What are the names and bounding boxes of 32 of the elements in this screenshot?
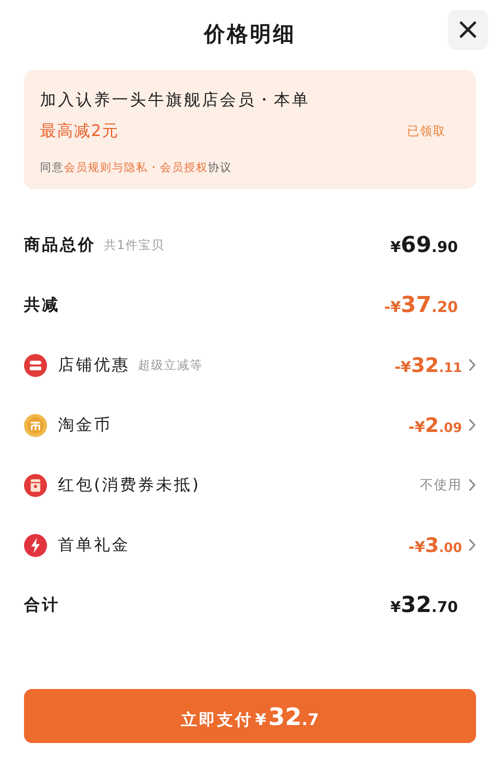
row-note: 超级立减等 [138, 356, 203, 374]
summary-label: 商品总价 [24, 234, 96, 256]
summary-label: 合计 [24, 594, 60, 616]
shop-icon [24, 354, 47, 376]
chevron-right-icon[interactable] [468, 538, 476, 552]
chevron-right-icon[interactable] [468, 358, 476, 372]
close-button[interactable]: × [448, 10, 488, 50]
chevron-right-icon[interactable] [468, 478, 476, 492]
agreement-text: 同意会员规则与隐私・会员授权协议 [40, 160, 233, 175]
price-amount: -¥2.09 [408, 413, 462, 437]
discount-label: 红包(消费券未抵) [58, 474, 200, 496]
price-amount: -¥37.20 [384, 292, 458, 318]
chevron-right-icon[interactable] [468, 418, 476, 432]
discount-label: 店铺优惠 [58, 354, 130, 376]
envelope-icon [24, 474, 47, 496]
price-amount: -¥3.00 [408, 533, 462, 557]
max-discount-text: 最高减2元 [40, 121, 120, 142]
lightning-icon [24, 534, 47, 556]
row-note: 共1件宝贝 [104, 236, 165, 254]
claimed-status: 已领取 [407, 123, 446, 140]
not-used-text: 不使用 [420, 477, 462, 494]
sheet-title: 价格明细 [204, 21, 296, 48]
price-amount: ¥69.90 [390, 232, 458, 258]
pay-now-button[interactable]: 立即支付¥32.7 [24, 689, 476, 743]
member-offer-title: 加入认养一头牛旗舰店会员・本单 [40, 90, 311, 111]
agreement-link[interactable]: 会员规则与隐私・会员授权 [64, 161, 208, 174]
discount-label: 首单礼金 [58, 534, 130, 556]
price-amount: -¥32.11 [394, 353, 462, 377]
discount-label: 淘金币 [58, 414, 112, 436]
coin-icon [24, 414, 47, 436]
summary-label: 共减 [24, 294, 60, 316]
price-amount: ¥32.70 [390, 592, 458, 618]
